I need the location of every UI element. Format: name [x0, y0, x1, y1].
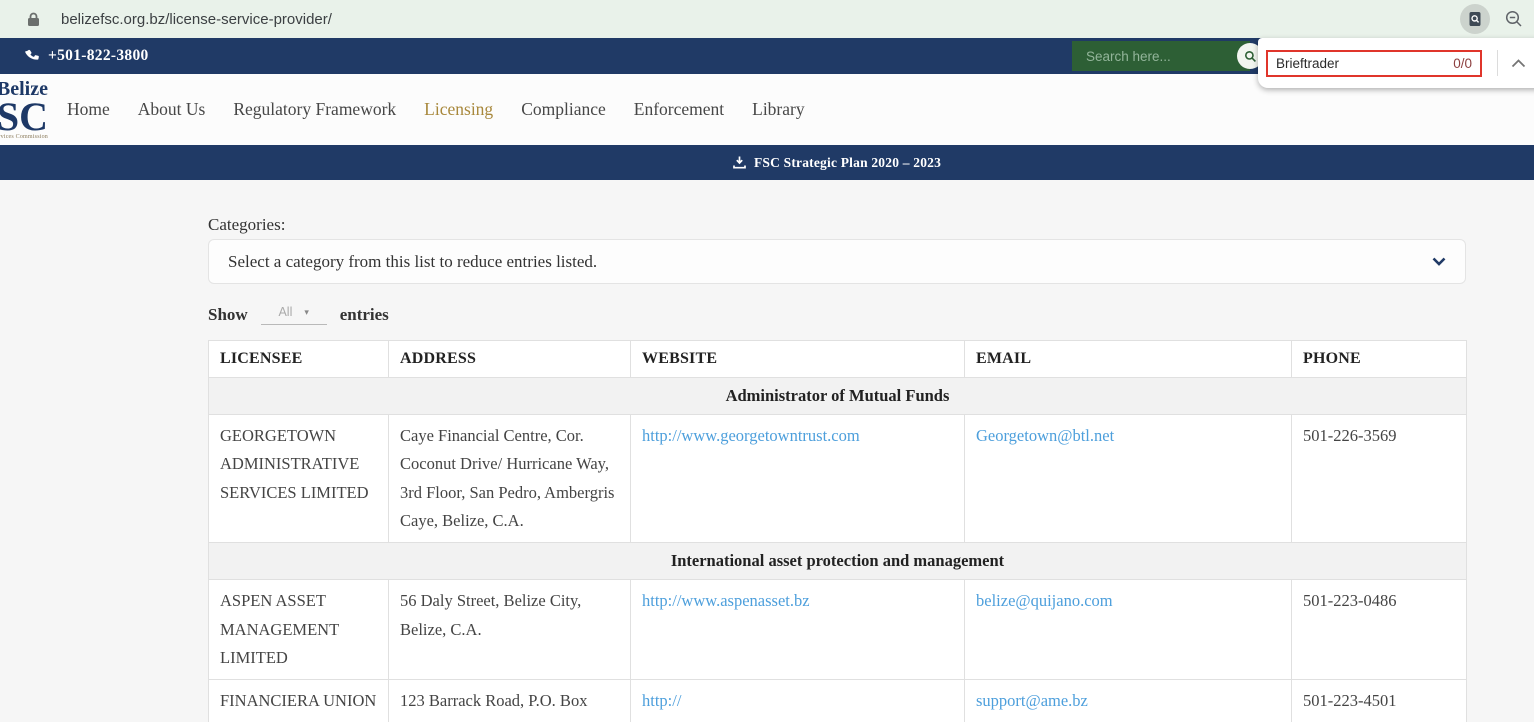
fsc-logo[interactable]: Belize FSC Financial Services Commission	[0, 79, 48, 140]
logo-text-fsc: FSC	[0, 94, 48, 139]
page-size-value: All	[278, 305, 293, 319]
table-row: ASPEN ASSET MANAGEMENT LIMITED 56 Daly St…	[208, 579, 1467, 681]
section-title: Administrator of Mutual Funds	[208, 377, 1467, 415]
find-query-text: Brieftrader	[1276, 55, 1340, 71]
cell-phone: 501-226-3569	[1291, 413, 1467, 544]
column-header-phone: PHONE	[1291, 340, 1467, 378]
cell-address: 123 Barrack Road, P.O. Box 222, Belize C…	[388, 679, 631, 722]
nav-item-enforcement[interactable]: Enforcement	[634, 99, 724, 120]
nav-item-library[interactable]: Library	[752, 99, 804, 120]
lock-icon[interactable]	[27, 12, 40, 27]
find-match-count: 0/0	[1453, 55, 1472, 71]
cell-licensee: GEORGETOWN ADMINISTRATIVE SERVICES LIMIT…	[208, 413, 389, 544]
browser-chrome: belizefsc.org.bz/license-service-provide…	[0, 0, 1534, 38]
table-row: GEORGETOWN ADMINISTRATIVE SERVICES LIMIT…	[208, 413, 1467, 544]
find-previous-button[interactable]	[1511, 58, 1526, 68]
strategic-plan-banner: FSC Strategic Plan 2020 – 2023	[0, 145, 1534, 180]
nav-item-about-us[interactable]: About Us	[138, 99, 206, 120]
address-bar-url[interactable]: belizefsc.org.bz/license-service-provide…	[61, 11, 332, 28]
banner-label: FSC Strategic Plan 2020 – 2023	[753, 154, 942, 170]
categories-label: Categories:	[208, 215, 286, 234]
column-header-email: EMAIL	[964, 340, 1292, 378]
download-icon	[733, 156, 746, 169]
column-header-website: WEBSITE	[630, 340, 965, 378]
site-search-input[interactable]	[1072, 48, 1250, 64]
divider	[1497, 50, 1498, 76]
strategic-plan-link[interactable]: FSC Strategic Plan 2020 – 2023	[733, 155, 941, 171]
main-nav: Home About Us Regulatory Framework Licensin…	[67, 74, 805, 145]
cell-email: support@ame.bz	[964, 679, 1292, 722]
table-header-row: LICENSEE ADDRESS WEBSITE EMAIL PHONE	[208, 340, 1467, 378]
find-input[interactable]: Brieftrader 0/0	[1266, 49, 1482, 77]
contact-phone[interactable]: +501-822-3800	[25, 47, 149, 65]
nav-item-home[interactable]: Home	[67, 99, 110, 120]
dropdown-arrow-icon: ▾	[304, 306, 309, 317]
logo-text-commission: Financial Services Commission	[0, 134, 48, 141]
cell-phone: 501-223-4501	[1291, 679, 1467, 722]
page-size-select[interactable]: All ▾	[260, 305, 327, 325]
website-link[interactable]: http://www.georgetowntrust.com	[642, 426, 860, 445]
chevron-down-icon	[1432, 257, 1446, 266]
cell-website: http://	[630, 679, 965, 722]
email-link[interactable]: support@ame.bz	[976, 691, 1088, 710]
search-icon	[1244, 50, 1256, 62]
table-row: FINANCIERA UNION DEL SUR S.A.123 Barrack…	[208, 679, 1467, 722]
column-header-address: ADDRESS	[388, 340, 631, 378]
cell-email: belize@quijano.com	[964, 579, 1292, 681]
cell-address: Caye Financial Centre, Cor. Coconut Driv…	[388, 413, 631, 544]
table-section-row: International asset protection and manag…	[208, 542, 1467, 581]
phone-number: +501-822-3800	[48, 47, 149, 64]
find-in-page-bar: Brieftrader 0/0	[1258, 38, 1534, 88]
cell-website: http://www.georgetowntrust.com	[630, 413, 965, 544]
chevron-up-icon	[1511, 58, 1526, 67]
cell-address: 56 Daly Street, Belize City, Belize, C.A…	[388, 579, 631, 681]
section-title: International asset protection and manag…	[208, 542, 1467, 581]
nav-item-compliance[interactable]: Compliance	[521, 99, 606, 120]
site-search-box[interactable]	[1072, 41, 1250, 71]
find-in-page-button[interactable]	[1460, 4, 1490, 34]
email-link[interactable]: Georgetown@btl.net	[976, 426, 1114, 445]
website-link[interactable]: http://www.aspenasset.bz	[642, 591, 810, 610]
nav-item-regulatory-framework[interactable]: Regulatory Framework	[233, 99, 396, 120]
document-search-icon	[1469, 12, 1481, 26]
email-link[interactable]: belize@quijano.com	[976, 591, 1113, 610]
page-content: Categories: Select a category from this …	[208, 215, 1467, 722]
entries-label: entries	[339, 305, 389, 324]
website-link[interactable]: http://	[642, 691, 681, 710]
licensee-table: LICENSEE ADDRESS WEBSITE EMAIL PHONE Adminis…	[208, 340, 1467, 722]
table-section-row: Administrator of Mutual Funds	[208, 377, 1467, 415]
category-select-value: Select a category from this list to redu…	[228, 251, 598, 271]
cell-email: Georgetown@btl.net	[964, 413, 1292, 544]
category-select[interactable]: Select a category from this list to redu…	[208, 239, 1466, 284]
nav-item-licensing[interactable]: Licensing	[424, 99, 493, 120]
cell-phone: 501-223-0486	[1291, 579, 1467, 681]
phone-icon	[25, 49, 39, 60]
column-header-licensee: LICENSEE	[208, 340, 389, 378]
cell-licensee: FINANCIERA UNION DEL SUR S.A.	[208, 679, 389, 722]
cell-licensee: ASPEN ASSET MANAGEMENT LIMITED	[208, 579, 389, 681]
show-label: Show	[208, 305, 248, 324]
zoom-out-icon[interactable]	[1504, 9, 1524, 29]
cell-website: http://www.aspenasset.bz	[630, 579, 965, 681]
show-entries-control: Show All ▾ entries	[208, 305, 1466, 325]
